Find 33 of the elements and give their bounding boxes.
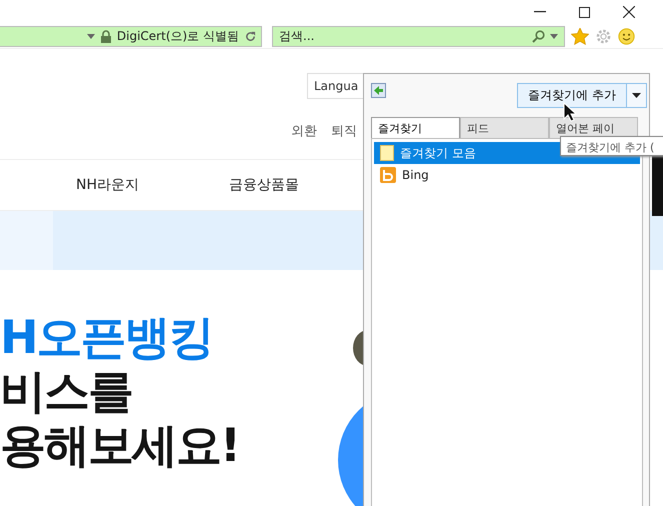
star-icon[interactable] bbox=[571, 28, 589, 44]
mouse-pointer-icon bbox=[563, 102, 577, 122]
headline-text: 비스를 bbox=[0, 364, 132, 418]
nav-menu-item[interactable]: 금융상품몰 bbox=[229, 176, 299, 194]
headline-text: H오픈뱅킹 bbox=[0, 310, 212, 364]
nav-menu-item[interactable]: NH라운지 bbox=[76, 176, 139, 194]
panel-tab[interactable]: 피드 bbox=[460, 117, 549, 138]
minimize-icon[interactable] bbox=[534, 11, 546, 13]
page-side-strip bbox=[652, 156, 663, 216]
add-favorites-tooltip: 즐겨찾기에 추가 ( bbox=[560, 136, 663, 156]
search-field[interactable]: 검색... bbox=[279, 29, 527, 43]
b-logo-icon bbox=[380, 167, 396, 183]
address-bar[interactable]: DigiCert(으)로 식별됨 bbox=[0, 26, 262, 46]
caret-icon bbox=[632, 93, 641, 98]
header-link[interactable]: 퇴직 bbox=[331, 122, 357, 140]
dropdown-caret-icon[interactable] bbox=[550, 34, 558, 38]
headline-text: 용해보세요! bbox=[0, 418, 239, 472]
refresh-icon[interactable] bbox=[245, 30, 256, 42]
search-icon[interactable] bbox=[532, 30, 545, 42]
pin-arrow-icon[interactable] bbox=[371, 83, 386, 98]
add-dropdown-button[interactable] bbox=[627, 83, 647, 108]
add-to-favorites-button[interactable]: 즐겨찾기에 추가 bbox=[517, 83, 627, 108]
search-box[interactable]: 검색... bbox=[272, 26, 565, 46]
maximize-icon[interactable] bbox=[579, 6, 590, 18]
header-link[interactable]: 외환 bbox=[291, 122, 317, 140]
smiley-icon[interactable] bbox=[618, 28, 635, 44]
folder-icon bbox=[380, 145, 394, 161]
panel-tab[interactable]: 즐겨찾기 bbox=[371, 117, 460, 138]
close-icon[interactable] bbox=[623, 6, 635, 18]
dropdown-caret-icon[interactable] bbox=[86, 34, 95, 38]
security-identity-text[interactable]: DigiCert(으)로 식별됨 bbox=[116, 28, 239, 44]
favorites-item[interactable]: Bing bbox=[374, 164, 640, 186]
panel-tab[interactable]: 열어본 페이 bbox=[549, 117, 638, 138]
